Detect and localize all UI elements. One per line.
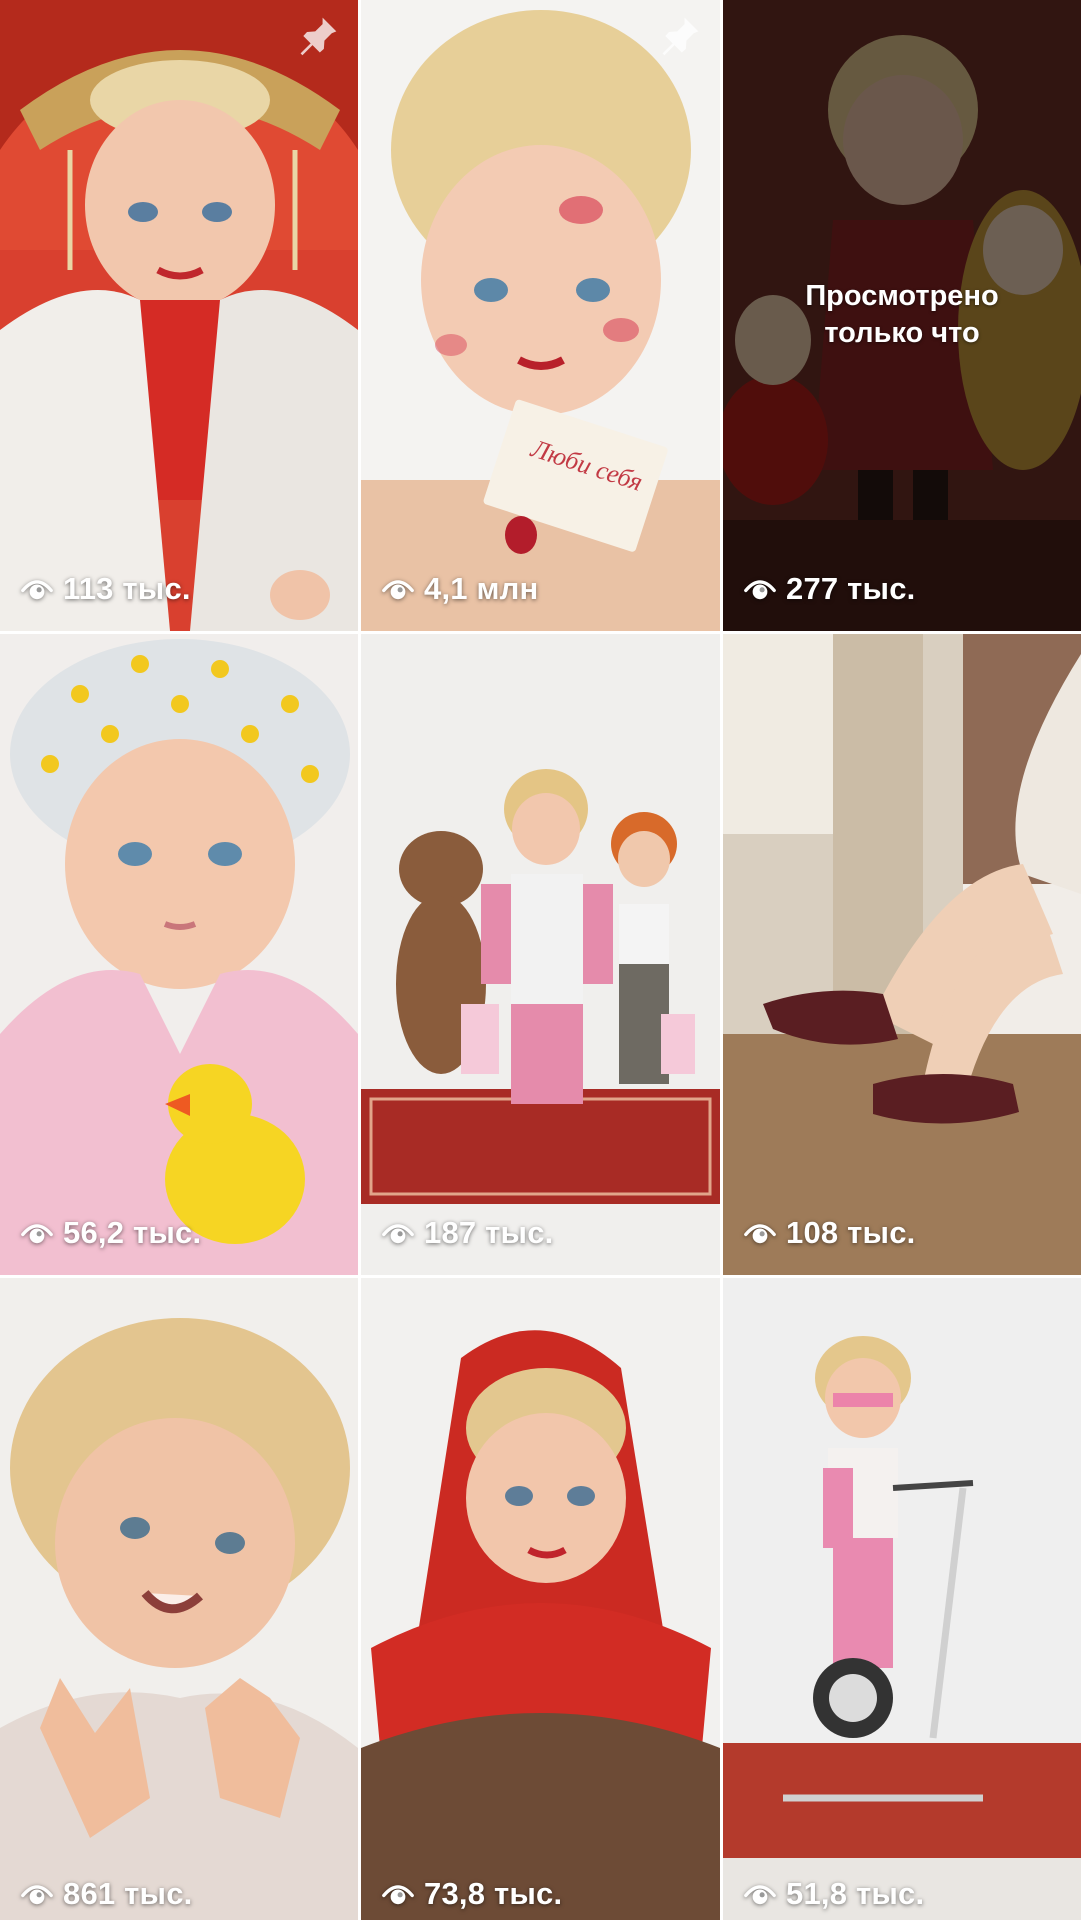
view-count-label: 113 тыс. <box>63 571 191 606</box>
view-count: 56,2 тыс. <box>20 1215 201 1251</box>
eye-icon <box>743 572 777 606</box>
view-count-label: 4,1 млн <box>424 571 539 606</box>
view-count: 113 тыс. <box>20 571 191 607</box>
video-thumbnail <box>361 634 720 1275</box>
video-thumbnail <box>0 0 358 631</box>
video-tile[interactable]: 56,2 тыс. <box>0 634 358 1275</box>
video-grid: 113 тыс. Люби себя 4,1 млн Просмотрено т… <box>0 0 1081 1920</box>
video-tile[interactable]: Просмотрено только что 277 тыс. <box>723 0 1081 631</box>
pin-icon <box>296 14 340 58</box>
view-count: 73,8 тыс. <box>381 1876 562 1912</box>
view-count: 861 тыс. <box>20 1876 192 1912</box>
eye-icon <box>20 1877 54 1911</box>
view-count: 4,1 млн <box>381 571 538 607</box>
video-thumbnail <box>0 634 358 1275</box>
video-thumbnail <box>723 634 1081 1275</box>
eye-icon <box>20 1216 54 1250</box>
video-tile[interactable]: 108 тыс. <box>723 634 1081 1275</box>
video-tile[interactable]: 187 тыс. <box>361 634 720 1275</box>
view-count: 187 тыс. <box>381 1215 553 1251</box>
eye-icon <box>743 1877 777 1911</box>
eye-icon <box>381 572 415 606</box>
view-count: 51,8 тыс. <box>743 1876 924 1912</box>
eye-icon <box>381 1877 415 1911</box>
eye-icon <box>743 1216 777 1250</box>
viewed-status: Просмотрено только что <box>805 280 999 349</box>
video-thumbnail <box>361 1278 720 1920</box>
view-count-label: 187 тыс. <box>424 1215 554 1250</box>
eye-icon <box>20 572 54 606</box>
video-tile[interactable]: 51,8 тыс. <box>723 1278 1081 1920</box>
video-tile[interactable]: 113 тыс. <box>0 0 358 631</box>
view-count-label: 861 тыс. <box>63 1876 193 1911</box>
view-count-label: 51,8 тыс. <box>786 1876 925 1911</box>
eye-icon <box>381 1216 415 1250</box>
video-tile[interactable]: Люби себя 4,1 млн <box>361 0 720 631</box>
video-tile[interactable]: 73,8 тыс. <box>361 1278 720 1920</box>
view-count-label: 108 тыс. <box>786 1215 916 1250</box>
view-count-label: 73,8 тыс. <box>424 1876 563 1911</box>
video-tile[interactable]: 861 тыс. <box>0 1278 358 1920</box>
video-thumbnail: Люби себя <box>361 0 720 631</box>
view-count-label: 56,2 тыс. <box>63 1215 202 1250</box>
pin-icon <box>658 14 702 58</box>
video-thumbnail <box>723 1278 1081 1920</box>
video-thumbnail <box>0 1278 358 1920</box>
view-count: 277 тыс. <box>743 571 915 607</box>
view-count: 108 тыс. <box>743 1215 915 1251</box>
view-count-label: 277 тыс. <box>786 571 916 606</box>
